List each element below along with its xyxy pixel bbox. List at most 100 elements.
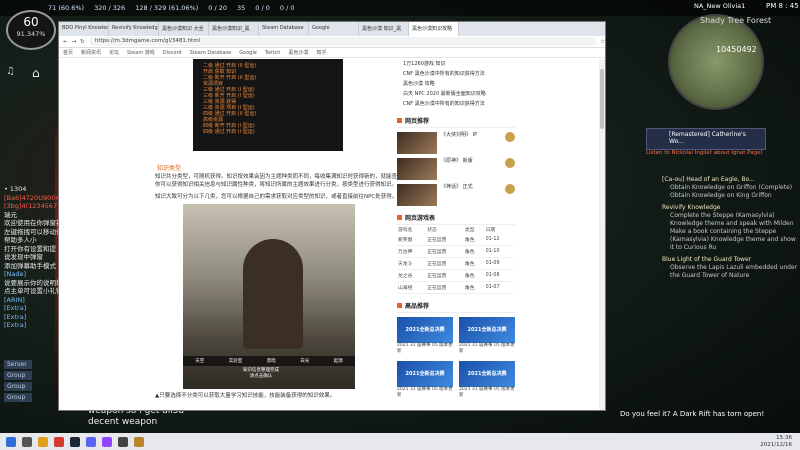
scrollbar-thumb[interactable] xyxy=(600,69,604,129)
bookmark-item[interactable]: Twitch xyxy=(265,50,281,56)
obs-icon[interactable] xyxy=(118,436,128,447)
table-cell: 角色 xyxy=(463,281,485,294)
bookmark-item[interactable]: 新闻资讯 xyxy=(81,49,101,56)
page-scrollbar[interactable] xyxy=(599,59,605,410)
table-row[interactable]: 天龙斗 正在运营 角色 01-09 xyxy=(397,257,513,270)
quest-card[interactable]: [Remastered] Catherine's Wo... xyxy=(646,128,766,150)
video-text: 2021 31 届赛事 05 版本更新 xyxy=(397,343,453,354)
video-thumbnail: 2021全新总决赛 xyxy=(397,317,453,343)
stat-item: 0 / 0 xyxy=(279,4,295,12)
bell-icon[interactable]: ♫ xyxy=(6,66,15,77)
rift-message: Do you feel it? A Dark Rift has torn ope… xyxy=(620,410,765,418)
quest-title[interactable]: Revivify Knowledge xyxy=(662,204,800,212)
news-item[interactable]: 《原神》 新版 xyxy=(397,158,515,180)
home-icon[interactable]: ⌂ xyxy=(32,66,46,80)
table-row[interactable]: 龙之谷 正在运营 角色 01-08 xyxy=(397,269,513,282)
article-screenshot-top: 二级 通过 开启 (II 型运) 开启 获取 知识 二级 新开 开启 (II 型… xyxy=(193,59,343,151)
quest-step: Obtain Knowledge on Griffon (Complete) xyxy=(670,184,793,191)
game-table: 游戏名 状态 类型 日期 新笑傲 正在运营 角色 01-12 万古神 正在运营 … xyxy=(397,225,513,294)
video-thumbnail: 2021全新总决赛 xyxy=(459,317,515,343)
chat-tab[interactable]: Group xyxy=(4,393,32,402)
video-card[interactable]: 2021全新总决赛 2021 31 届赛事 05 版本更新 xyxy=(459,361,515,399)
shot-option: 白光 xyxy=(300,359,310,364)
chat-tab[interactable]: Group xyxy=(4,382,32,391)
sidebar-link[interactable]: CNF 黑色沙漠中所有的知识获得方法 xyxy=(397,99,515,109)
table-cell: 山海经 xyxy=(397,281,427,294)
bookmarks-bar: 首页 新闻资讯 论坛 Steam 游戏 Discord Steam Databa… xyxy=(59,48,605,58)
article-caption: ▲只要选择不分类可以获取大量学习知识技能，技能装备获得的知识效果。 xyxy=(155,393,336,399)
star-icon[interactable]: ☆ xyxy=(600,39,605,45)
video-grid: 2021全新总决赛 2021 31 届赛事 05 版本更新 2021全新总决赛 … xyxy=(397,317,515,399)
news-badge-icon xyxy=(505,158,515,168)
bookmark-item[interactable]: Steam 游戏 xyxy=(127,49,155,56)
table-row[interactable]: 万古神 正在运营 角色 01-10 xyxy=(397,245,513,258)
news-item[interactable]: 《神话》 正式 xyxy=(397,184,515,206)
twitch-icon[interactable] xyxy=(102,436,112,447)
chat-tab[interactable]: Group xyxy=(4,371,32,380)
video-thumbnail: 2021全新总决赛 xyxy=(397,361,453,387)
discord-icon[interactable] xyxy=(86,436,96,447)
video-card[interactable]: 2021全新总决赛 2021 31 届赛事 05 版本更新 xyxy=(397,361,453,399)
table-cell: 01-09 xyxy=(484,257,513,270)
quest-title[interactable]: Blue Light of the Guard Tower xyxy=(662,256,800,264)
search-icon[interactable] xyxy=(22,436,32,447)
table-header: 类型 xyxy=(464,228,475,233)
table-row[interactable]: 山海经 正在运营 角色 01-07 xyxy=(397,281,513,294)
bookmark-item[interactable]: 黑色沙漠 xyxy=(288,49,308,56)
table-row[interactable]: 新笑傲 正在运营 角色 01-12 xyxy=(397,234,513,246)
sidebar-link[interactable]: CNF 黑色沙漠中所有的知识获得方法 xyxy=(397,69,515,79)
table-cell: 正在运营 xyxy=(426,269,464,282)
stat-item: 35 xyxy=(237,4,246,12)
sidebar-link[interactable]: 白天 NPC 2020 最新版全面知识攻略 xyxy=(397,89,515,99)
bookmark-item[interactable]: 论坛 xyxy=(109,49,119,56)
system-clock[interactable]: 15:36 2021/12/16 xyxy=(760,435,792,448)
news-item[interactable]: 《大侠刘明》 IP xyxy=(397,132,515,154)
bookmark-item[interactable]: Steam Database xyxy=(190,50,232,56)
browser-tab[interactable]: Google xyxy=(309,22,359,36)
bookmark-item[interactable]: Google xyxy=(239,50,257,56)
game-icon[interactable] xyxy=(134,436,144,447)
address-bar[interactable]: https://m.3dmgame.com/gl/3481.html xyxy=(88,37,597,46)
level-indicator: 60 91.347% xyxy=(6,10,56,50)
bookmark-item[interactable]: Discord xyxy=(163,50,182,56)
article-paragraph: 知识共分类型，可随机获得。知识按效果会因为主题种类而不同，每收集满知识时获得新的… xyxy=(155,174,431,188)
quest-step: Complete the Steppe (Kamasylvia) Knowled… xyxy=(670,212,794,227)
table-cell: 正在运营 xyxy=(426,245,464,258)
sidebar-link[interactable]: 1万1260游戏 知识 xyxy=(397,59,515,69)
windows-start-icon[interactable] xyxy=(6,436,16,447)
browser-tab-active[interactable]: 黑色沙漠知识攻略 xyxy=(409,22,459,36)
back-icon[interactable]: ← xyxy=(63,39,68,45)
chrome-icon[interactable] xyxy=(54,436,64,447)
news-badge-icon xyxy=(505,132,515,142)
page-sidebar: 1万1260游戏 知识 CNF 黑色沙漠中所有的知识获得方法 黑色沙漠 攻略 白… xyxy=(397,59,515,410)
game-clock: PM 8 : 45 xyxy=(766,2,799,10)
browser-tab[interactable]: Revivify Knowledge xyxy=(109,22,159,36)
forward-icon[interactable]: → xyxy=(72,39,77,45)
browser-tab[interactable]: 黑色沙漠知识_黑 xyxy=(209,22,259,36)
quest-card-subtitle: Listen to Nickolai Ingilet about Ignat P… xyxy=(646,150,764,156)
table-cell: 正在运营 xyxy=(426,281,464,294)
browser-tab[interactable]: Steam Database xyxy=(259,22,309,36)
chat-overlay-line: decent weapon xyxy=(88,417,158,427)
news-text: 《大侠刘明》 IP xyxy=(441,132,478,138)
sidebar-link[interactable]: 黑色沙漠 攻略 xyxy=(397,79,515,89)
browser-tab[interactable]: 黑色沙漠知识 大全 xyxy=(159,22,209,36)
chat-tab[interactable]: Server xyxy=(4,360,32,369)
video-text: 2021 31 届赛事 05 版本更新 xyxy=(459,387,515,398)
video-card[interactable]: 2021全新总决赛 2021 31 届赛事 05 版本更新 xyxy=(459,317,515,355)
quest-step: Obtain Knowledge on King Griffon xyxy=(670,192,772,199)
bookmark-item[interactable]: 知乎 xyxy=(316,49,326,56)
quest-title[interactable]: [Ca-ou] Head of an Eagle, Bo... xyxy=(662,176,800,184)
bookmark-item[interactable]: 首页 xyxy=(63,49,73,56)
video-card[interactable]: 2021全新总决赛 2021 31 届赛事 05 版本更新 xyxy=(397,317,453,355)
folder-icon[interactable] xyxy=(38,436,48,447)
browser-tab[interactable]: BDO Pinyl Knowledge xyxy=(59,22,109,36)
stat-item: 71 (60.6%) xyxy=(48,4,85,12)
shot-option: 天空 xyxy=(195,359,205,364)
steam-icon[interactable] xyxy=(70,436,80,447)
reload-icon[interactable]: ↻ xyxy=(80,39,85,45)
table-cell: 角色 xyxy=(463,269,485,282)
screenshot-caption: 知识信息整理完成 请点击确认 xyxy=(243,368,279,380)
minimap[interactable] xyxy=(668,14,764,110)
browser-tab[interactable]: 黑色沙漠 知识_黑 xyxy=(359,22,409,36)
